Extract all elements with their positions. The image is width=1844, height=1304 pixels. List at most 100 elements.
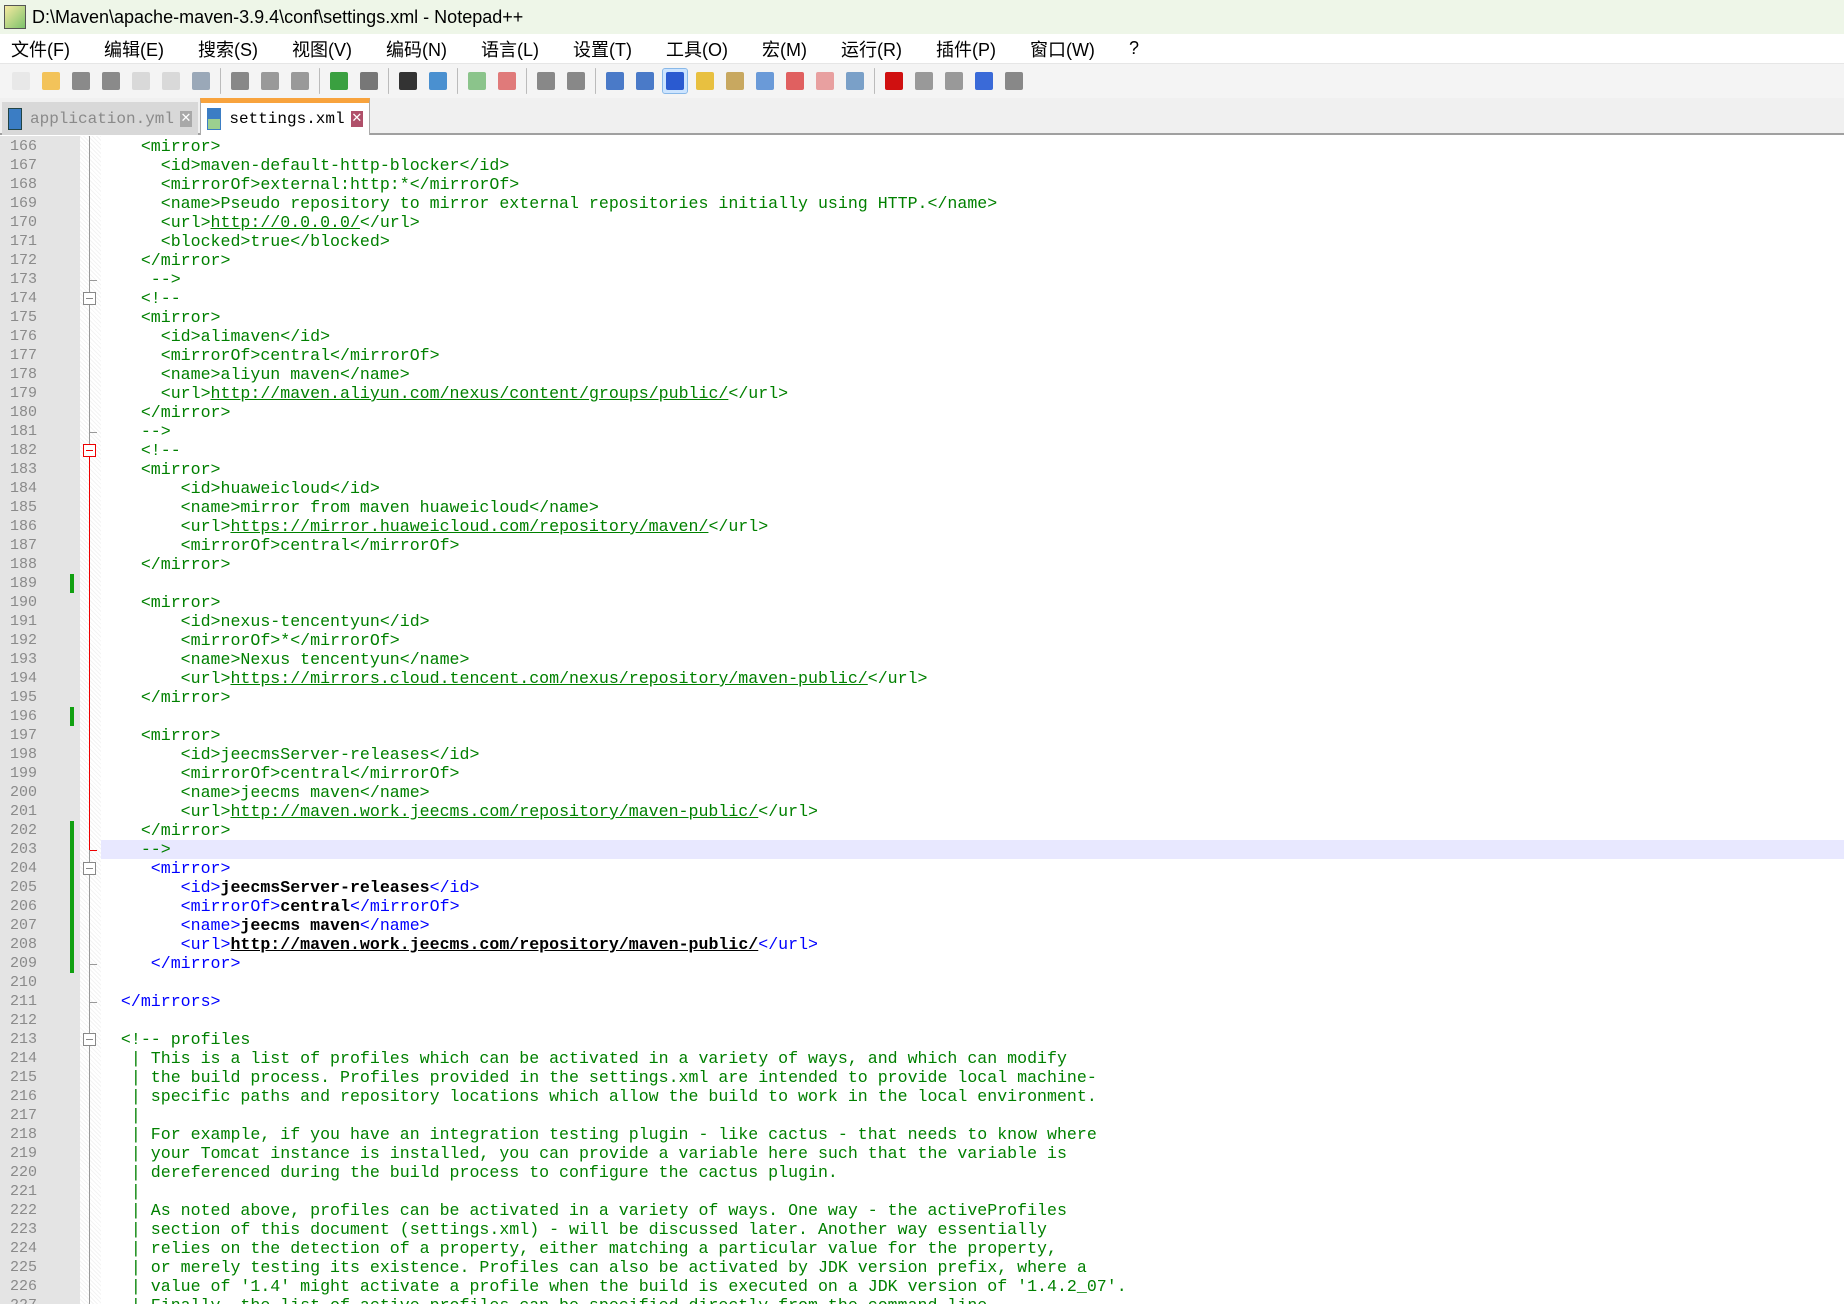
play-macro-button[interactable] (942, 69, 966, 93)
code-line[interactable]: <!-- profiles (101, 1030, 1844, 1049)
menu-item[interactable]: 插件(P) (925, 36, 1007, 62)
function-list-button[interactable] (753, 69, 777, 93)
code-line[interactable]: | This is a list of profiles which can b… (101, 1049, 1844, 1068)
code-line[interactable]: <id>alimaven</id> (101, 327, 1844, 346)
code-line[interactable]: | Finally, the list of active profiles c… (101, 1296, 1844, 1304)
code-line[interactable]: <url>http://maven.work.jeecms.com/reposi… (101, 802, 1844, 821)
code-line[interactable]: <mirrorOf>central</mirrorOf> (101, 346, 1844, 365)
code-line[interactable]: <mirrorOf>central</mirrorOf> (101, 764, 1844, 783)
code-line[interactable]: <!-- (101, 441, 1844, 460)
code-line[interactable]: | As noted above, profiles can be activa… (101, 1201, 1844, 1220)
close-tab-icon[interactable]: ✕ (350, 111, 363, 127)
save-all-button[interactable] (99, 69, 123, 93)
folder-workspace-button[interactable] (783, 69, 807, 93)
fold-toggle-icon[interactable] (83, 444, 96, 457)
stop-macro-button[interactable] (912, 69, 936, 93)
code-line[interactable]: <name>Nexus tencentyun</name> (101, 650, 1844, 669)
code-line[interactable]: | the build process. Profiles provided i… (101, 1068, 1844, 1087)
code-line[interactable]: <name>Pseudo repository to mirror extern… (101, 194, 1844, 213)
code-line[interactable]: <id>jeecmsServer-releases</id> (101, 878, 1844, 897)
code-line[interactable]: <mirror> (101, 460, 1844, 479)
show-all-chars-button[interactable] (633, 69, 657, 93)
undo-button[interactable] (327, 69, 351, 93)
open-file-button[interactable] (39, 69, 63, 93)
code-line[interactable]: --> (101, 840, 1844, 859)
new-file-button[interactable] (9, 69, 33, 93)
code-line[interactable]: <name>aliyun maven</name> (101, 365, 1844, 384)
code-line[interactable]: --> (101, 270, 1844, 289)
code-line[interactable]: <mirror> (101, 137, 1844, 156)
code-line[interactable]: <mirror> (101, 726, 1844, 745)
menu-item[interactable]: 编辑(E) (93, 36, 175, 62)
code-line[interactable]: | dereferenced during the build process … (101, 1163, 1844, 1182)
fold-toggle-icon[interactable] (83, 1033, 96, 1046)
code-line[interactable]: | or merely testing its existence. Profi… (101, 1258, 1844, 1277)
menu-item[interactable]: 工具(O) (655, 36, 739, 62)
code-line[interactable]: </mirrors> (101, 992, 1844, 1011)
code-line[interactable]: <name>jeecms maven</name> (101, 783, 1844, 802)
code-line[interactable] (101, 973, 1844, 992)
replace-button[interactable] (426, 69, 450, 93)
url-link[interactable]: http://maven.work.jeecms.com/repository/… (230, 935, 758, 954)
menu-item[interactable]: 设置(T) (562, 36, 643, 62)
menu-item[interactable]: 语言(L) (470, 36, 550, 62)
code-line[interactable] (101, 707, 1844, 726)
code-line[interactable]: <url>http://0.0.0.0/</url> (101, 213, 1844, 232)
code-line[interactable]: <url>http://maven.work.jeecms.com/reposi… (101, 935, 1844, 954)
close-tab-icon[interactable]: ✕ (180, 110, 192, 127)
monitor-button[interactable] (843, 69, 867, 93)
code-line[interactable]: <name>jeecms maven</name> (101, 916, 1844, 935)
code-line[interactable]: </mirror> (101, 688, 1844, 707)
zoom-out-button[interactable] (495, 69, 519, 93)
doc-switcher-button[interactable] (813, 69, 837, 93)
menu-item[interactable]: 文件(F) (0, 36, 81, 62)
code-line[interactable]: <mirror> (101, 859, 1844, 878)
menu-item[interactable]: 视图(V) (281, 36, 363, 62)
menu-item[interactable]: 运行(R) (830, 36, 913, 62)
indent-guide-button[interactable] (662, 68, 688, 94)
code-editor[interactable]: 166 <mirror> 167 <id>maven-default-http-b… (0, 136, 1844, 1304)
code-line[interactable]: | relies on the detection of a property,… (101, 1239, 1844, 1258)
code-line[interactable]: | specific paths and repository location… (101, 1087, 1844, 1106)
code-line[interactable]: <url>http://maven.aliyun.com/nexus/conte… (101, 384, 1844, 403)
word-wrap-button[interactable] (603, 69, 627, 93)
url-link[interactable]: http://maven.work.jeecms.com/repository/… (230, 802, 758, 821)
sync-horizontal-button[interactable] (564, 69, 588, 93)
url-link[interactable]: https://mirrors.cloud.tencent.com/nexus/… (230, 669, 867, 688)
code-line[interactable]: </mirror> (101, 403, 1844, 422)
menu-item[interactable]: 编码(N) (375, 36, 458, 62)
code-line[interactable]: </mirror> (101, 821, 1844, 840)
code-line[interactable]: <id>maven-default-http-blocker</id> (101, 156, 1844, 175)
code-line[interactable]: <id>huaweicloud</id> (101, 479, 1844, 498)
fold-toggle-icon[interactable] (83, 862, 96, 875)
code-line[interactable] (101, 574, 1844, 593)
print-button[interactable] (189, 69, 213, 93)
tab-settings-xml[interactable]: settings.xml ✕ (200, 98, 370, 135)
code-line[interactable]: </mirror> (101, 555, 1844, 574)
code-line[interactable]: <url>https://mirrors.cloud.tencent.com/n… (101, 669, 1844, 688)
tab-application-yml[interactable]: application.yml ✕ (2, 102, 198, 135)
sync-vertical-button[interactable] (534, 69, 558, 93)
menu-item[interactable]: 窗口(W) (1019, 36, 1106, 62)
menu-item[interactable]: ? (1118, 38, 1150, 59)
code-line[interactable]: <mirror> (101, 593, 1844, 612)
menu-item[interactable]: 搜索(S) (187, 36, 269, 62)
url-link[interactable]: http://0.0.0.0/ (211, 213, 360, 232)
code-line[interactable]: <!-- (101, 289, 1844, 308)
code-line[interactable]: | (101, 1106, 1844, 1125)
close-button[interactable] (129, 69, 153, 93)
user-language-button[interactable] (693, 69, 717, 93)
fold-toggle-icon[interactable] (83, 292, 96, 305)
run-macro-multiple-button[interactable] (972, 69, 996, 93)
save-macro-button[interactable] (1002, 69, 1026, 93)
menu-item[interactable]: 宏(M) (751, 36, 818, 62)
find-button[interactable] (396, 69, 420, 93)
code-line[interactable]: <url>https://mirror.huaweicloud.com/repo… (101, 517, 1844, 536)
code-line[interactable]: | For example, if you have an integratio… (101, 1125, 1844, 1144)
code-line[interactable]: | section of this document (settings.xml… (101, 1220, 1844, 1239)
code-line[interactable]: <id>nexus-tencentyun</id> (101, 612, 1844, 631)
save-button[interactable] (69, 69, 93, 93)
code-line[interactable]: --> (101, 422, 1844, 441)
url-link[interactable]: http://maven.aliyun.com/nexus/content/gr… (211, 384, 729, 403)
cut-button[interactable] (228, 69, 252, 93)
